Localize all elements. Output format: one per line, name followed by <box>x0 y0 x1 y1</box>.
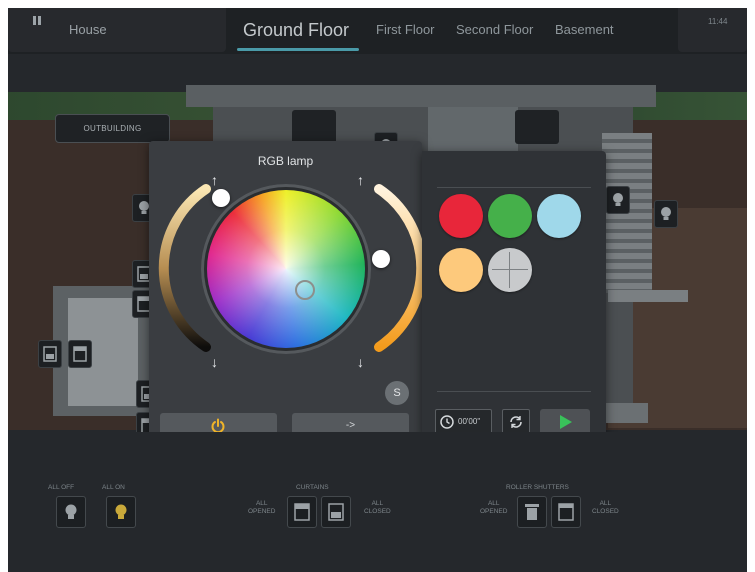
house-roof <box>186 85 656 107</box>
all-off-label: ALL OFF <box>48 484 75 491</box>
all-off-button[interactable] <box>56 496 86 528</box>
curtain-icon[interactable] <box>38 340 62 368</box>
play-icon <box>560 415 572 429</box>
white-slider-knob[interactable] <box>371 249 390 268</box>
light-bulb-on-icon <box>115 504 127 519</box>
light-bulb-icon[interactable] <box>606 186 630 214</box>
outbuilding-button[interactable]: OUTBUILDING <box>55 114 170 143</box>
clock-icon <box>440 415 454 429</box>
curtains-close-button[interactable] <box>321 496 351 528</box>
tab-ground-floor[interactable]: Ground Floor <box>243 8 349 52</box>
house-segment[interactable]: House <box>8 8 226 52</box>
preset-color-green[interactable] <box>488 194 532 238</box>
brightness-arc-slider[interactable] <box>158 184 211 352</box>
tab-basement[interactable]: Basement <box>555 8 614 52</box>
shutters-closed-label: ALL CLOSED <box>592 500 619 515</box>
s-button[interactable]: S <box>385 381 409 405</box>
white-arc-slider[interactable] <box>374 184 422 352</box>
curtain-closed-icon <box>328 503 344 521</box>
shutters-open-button[interactable] <box>517 496 547 528</box>
clock: 11:44 <box>708 17 728 26</box>
rgb-lamp-panel: RGB lamp ↑ ↑ ↓ ↓ S -> <box>149 141 422 443</box>
light-bulb-icon[interactable] <box>654 200 678 228</box>
color-presets-panel: 00'00" <box>422 151 606 438</box>
curtains-opened-label: ALL OPENED <box>248 500 276 515</box>
roller-shutters-label: ROLLER SHUTTERS <box>506 484 569 491</box>
loop-icon <box>510 416 522 428</box>
color-wheel-ring <box>201 184 371 354</box>
shutters-opened-label: ALL OPENED <box>480 500 508 515</box>
shutter-icon[interactable] <box>68 340 92 368</box>
shutters-close-button[interactable] <box>551 496 581 528</box>
sensor-chip[interactable] <box>292 110 336 144</box>
color-wheel-marker[interactable] <box>295 280 315 300</box>
shutter-closed-icon <box>558 503 574 521</box>
tab-second-floor[interactable]: Second Floor <box>456 8 533 52</box>
all-on-label: ALL ON <box>102 484 125 491</box>
divider <box>437 391 591 392</box>
top-bar: House Ground Floor First Floor Second Fl… <box>8 8 747 54</box>
house-label[interactable]: House <box>69 22 107 37</box>
curtains-open-button[interactable] <box>287 496 317 528</box>
curtain-open-icon <box>294 503 310 521</box>
app-frame: House Ground Floor First Floor Second Fl… <box>8 8 747 572</box>
house-right-floor <box>608 290 688 302</box>
color-wheel[interactable] <box>207 190 365 348</box>
preset-color-peach[interactable] <box>439 248 483 292</box>
bottom-bar: ALL OFF ALL ON CURTAINS ALL OPENED ALL C… <box>8 432 747 572</box>
clock-segment: 11:44 <box>678 8 747 52</box>
curtains-closed-label: ALL CLOSED <box>364 500 391 515</box>
all-on-button[interactable] <box>106 496 136 528</box>
preset-color-light-blue[interactable] <box>537 194 581 238</box>
divider <box>437 187 591 188</box>
light-bulb-off-icon <box>65 504 77 519</box>
add-preset-crosshair-icon[interactable] <box>488 248 532 292</box>
preset-color-red[interactable] <box>439 194 483 238</box>
shutter-open-icon <box>525 504 539 520</box>
curtains-label: CURTAINS <box>296 484 329 491</box>
pause-icon[interactable] <box>33 16 42 25</box>
active-tab-indicator <box>237 48 359 51</box>
tab-first-floor[interactable]: First Floor <box>376 8 435 52</box>
timer-value: 00'00" <box>458 417 481 426</box>
sensor-chip[interactable] <box>515 110 559 144</box>
